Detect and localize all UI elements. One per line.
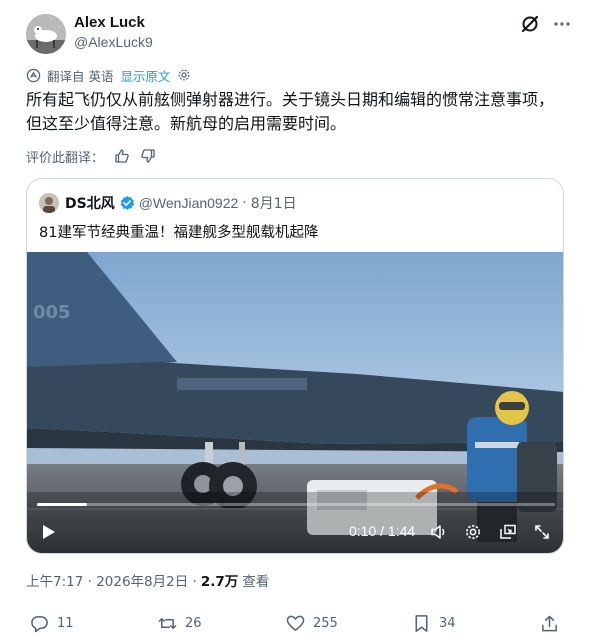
picture-in-picture-icon[interactable] [499,523,517,541]
rate-translation-label: 评价此翻译： [26,150,105,166]
post-text: 所有起飞仍仅从前舷侧弹射器进行。关于镜头日期和编辑的惯常注意事项，但这至少值得注… [26,90,555,133]
quoted-post-text: 81建军节经典重温！福建舰多型舰载机起降 [39,225,319,241]
author-handle[interactable]: @AlexLuck9 [74,34,153,50]
heart-icon [286,615,305,631]
quoted-author-handle[interactable]: @WenJian0922 [139,195,239,211]
thumbs-up-icon[interactable] [114,148,130,164]
repost-button[interactable]: 26 [158,614,202,633]
translated-from-label: 翻译自 英语 [47,68,114,84]
video-progress-fill [37,503,87,506]
play-icon[interactable] [39,523,57,541]
post-meta: 上午7:17 · 2026年8月2日 · 2.7万 查看 [26,570,269,590]
thumbs-down-icon[interactable] [140,148,156,164]
video-time-readout: 0:10 / 1:44 [349,523,416,539]
video-player[interactable]: 005 0:10 / 1:44 [27,252,563,553]
bookmark-icon [415,615,428,632]
bookmark-button[interactable]: 34 [412,614,456,633]
quoted-post-date[interactable]: 8月1日 [251,193,297,213]
rate-translation: 评价此翻译： [26,146,156,166]
repost-count: 26 [185,616,202,631]
hull-marking: 005 [33,302,71,323]
more-options-icon[interactable] [552,14,572,34]
like-count: 255 [313,616,338,631]
bookmark-count: 34 [439,616,456,631]
volume-icon[interactable] [430,523,448,541]
repost-icon [158,617,177,630]
post-timestamp[interactable]: 上午7:17 · 2026年8月2日 · [26,570,197,590]
like-button[interactable]: 255 [286,614,338,633]
quoted-post-header: DS北风 @WenJian0922 · 8月1日 [65,193,297,213]
share-button[interactable] [540,614,567,633]
fullscreen-icon[interactable] [533,523,551,541]
action-bar: 11 26 255 34 [0,614,594,636]
reply-icon [31,616,48,633]
quoted-post[interactable]: DS北风 @WenJian0922 · 8月1日 81建军节经典重温！福建舰多型… [26,178,564,554]
translate-icon [26,68,41,83]
author-name[interactable]: Alex Luck [74,14,145,31]
quoted-author-name[interactable]: DS北风 [65,193,115,213]
translation-info: 翻译自 英语 显示原文 [26,66,191,84]
show-original-link[interactable]: 显示原文 [120,66,170,85]
video-progress-bar[interactable] [37,503,555,506]
author-avatar[interactable] [26,14,66,54]
verified-badge-icon [119,195,135,211]
video-frame: 005 [27,252,563,553]
gear-icon[interactable] [177,68,191,82]
views-label: 查看 [242,574,270,590]
share-icon [542,615,557,632]
settings-gear-icon[interactable] [464,523,482,541]
reply-button[interactable]: 11 [30,614,74,633]
grok-icon[interactable] [520,14,540,34]
reply-count: 11 [57,616,74,631]
separator-dot: · [242,195,247,211]
quoted-author-avatar[interactable] [39,193,59,213]
view-count: 2.7万 [200,574,239,590]
